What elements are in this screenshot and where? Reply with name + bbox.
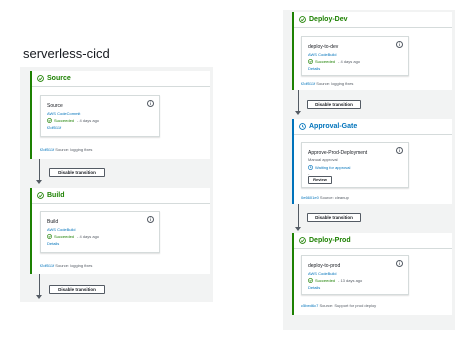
commit-message: Source: cleanup <box>319 195 349 200</box>
check-circle-icon <box>37 75 44 82</box>
info-icon[interactable]: i <box>396 41 403 48</box>
stage-header: Source <box>32 71 210 87</box>
action-name: deploy-to-prod <box>308 263 341 269</box>
commit-link[interactable]: c5bed6c7 <box>301 303 318 308</box>
stage-deploy-prod: Deploy-Prod deploy-to-prod i AWS CodeBui… <box>292 233 452 315</box>
disable-transition-button[interactable]: Disable transition <box>307 100 361 109</box>
disable-transition-button[interactable]: Disable transition <box>49 285 105 294</box>
status-age: - 4 days ago <box>338 59 361 64</box>
status-text: Succeeded <box>315 59 336 64</box>
stage-deploy-dev: Deploy-Dev deploy-to-dev i AWS CodeBuild… <box>292 12 452 90</box>
status-row: Succeeded - 4 days ago <box>47 234 99 239</box>
provider-link[interactable]: AWS CodeCommit <box>47 111 80 116</box>
disable-transition-button[interactable]: Disable transition <box>49 168 105 177</box>
action-card-approval: Approve-Prod-Deployment i Manual approva… <box>301 142 409 188</box>
clock-circle-icon <box>299 123 306 130</box>
status-text: Succeeded <box>315 278 336 283</box>
pipeline-title: serverless-cicd <box>20 40 213 67</box>
commit-link[interactable]: 0e6601e0 <box>301 195 319 200</box>
stage-build: Build Build i AWS CodeBuild Succeeded - … <box>30 188 210 274</box>
check-circle-icon <box>299 237 306 244</box>
source-line: f2df511f Source: logging fixes <box>301 81 353 86</box>
action-card-deploy-prod: deploy-to-prod i AWS CodeBuild Succeeded… <box>301 255 409 295</box>
action-card-build: Build i AWS CodeBuild Succeeded - 4 days… <box>40 211 160 253</box>
action-name: Approve-Prod-Deployment <box>308 150 368 156</box>
source-line: 0e6601e0 Source: cleanup <box>301 195 349 200</box>
check-circle-icon <box>47 234 52 239</box>
check-circle-icon <box>308 278 313 283</box>
details-link[interactable]: Details <box>308 66 320 71</box>
action-card-source: Source i AWS CodeCommit Succeeded - 4 da… <box>40 95 160 137</box>
check-circle-icon <box>47 118 52 123</box>
transition-arrow <box>298 204 299 228</box>
status-text: Succeeded <box>54 118 75 123</box>
info-icon[interactable]: i <box>396 260 403 267</box>
stage-source: Source Source i AWS CodeCommit Succeeded… <box>30 71 210 159</box>
commit-link[interactable]: f2df511f <box>301 81 315 86</box>
review-button[interactable]: Review <box>308 176 332 184</box>
status-row: Succeeded - 4 days ago <box>308 59 360 64</box>
provider-link[interactable]: AWS CodeBuild <box>308 52 337 57</box>
stage-name[interactable]: Build <box>47 192 65 199</box>
status-row: Waiting for approval <box>308 165 350 170</box>
stage-header: Deploy-Dev <box>294 12 452 28</box>
transition-arrow <box>298 90 299 112</box>
arrow-down-icon <box>36 295 42 299</box>
stage-header: Deploy-Prod <box>294 233 452 249</box>
provider-link[interactable]: AWS CodeBuild <box>47 227 76 232</box>
action-card-deploy-dev: deploy-to-dev i AWS CodeBuild Succeeded … <box>301 36 409 76</box>
status-age: - 13 days ago <box>338 278 363 283</box>
commit-message: Source: logging fixes <box>316 81 354 86</box>
status-row: Succeeded - 4 days ago <box>47 118 99 123</box>
transition-arrow <box>39 274 40 296</box>
details-link[interactable]: Details <box>308 285 320 290</box>
arrow-down-icon <box>295 111 301 115</box>
commit-link[interactable]: f2df511f <box>40 147 54 152</box>
stage-name[interactable]: Approval-Gate <box>309 123 357 130</box>
clock-circle-icon <box>308 165 313 170</box>
commit-link[interactable]: f2df511f <box>40 263 54 268</box>
action-name: Source <box>47 103 63 109</box>
provider-link[interactable]: AWS CodeBuild <box>308 271 337 276</box>
status-age: - 4 days ago <box>77 234 100 239</box>
details-link[interactable]: Details <box>47 241 59 246</box>
provider-label: Manual approval <box>308 157 338 162</box>
source-line: f2df511f Source: logging fixes <box>40 147 92 152</box>
status-age: - 4 days ago <box>77 118 100 123</box>
commit-message: Source: logging fixes <box>55 147 93 152</box>
arrow-down-icon <box>36 180 42 184</box>
info-icon[interactable]: i <box>147 100 154 107</box>
source-line: f2df511f Source: logging fixes <box>40 263 92 268</box>
stage-approval-gate: Approval-Gate Approve-Prod-Deployment i … <box>292 119 452 204</box>
status-row: Succeeded - 13 days ago <box>308 278 362 283</box>
stage-name[interactable]: Source <box>47 75 71 82</box>
info-icon[interactable]: i <box>147 216 154 223</box>
stage-header: Approval-Gate <box>294 119 452 135</box>
stage-name[interactable]: Deploy-Dev <box>309 16 348 23</box>
transition-arrow <box>39 159 40 181</box>
check-circle-icon <box>299 16 306 23</box>
action-name: Build <box>47 219 59 225</box>
action-name: deploy-to-dev <box>308 44 339 50</box>
stage-name[interactable]: Deploy-Prod <box>309 237 351 244</box>
info-icon[interactable]: i <box>396 147 403 154</box>
arrow-down-icon <box>295 227 301 231</box>
commit-message: Source: logging fixes <box>55 263 93 268</box>
source-line: c5bed6c7 Source: Support for prod deploy <box>301 303 376 308</box>
check-circle-icon <box>308 59 313 64</box>
stage-header: Build <box>32 188 210 204</box>
commit-message: Source: Support for prod deploy <box>319 303 377 308</box>
check-circle-icon <box>37 192 44 199</box>
status-text: Succeeded <box>54 234 75 239</box>
status-text: Waiting for approval <box>315 165 351 170</box>
commit-link[interactable]: f2df511f <box>47 125 61 130</box>
disable-transition-button[interactable]: Disable transition <box>307 213 361 222</box>
